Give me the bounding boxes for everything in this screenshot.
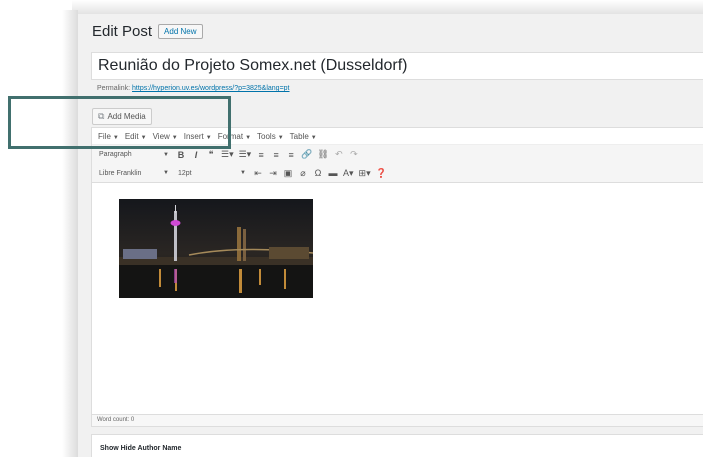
format-select[interactable]: Paragraph ▼ (97, 151, 171, 158)
chevron-down-icon: ▼ (140, 134, 147, 141)
window-shadow-top (72, 0, 703, 14)
add-media-button[interactable]: ⧉ Add Media (92, 108, 152, 125)
edit-post-page: Edit Post Add New Reunião do Projeto Som… (78, 14, 703, 457)
menu-view[interactable]: View ▼ (153, 132, 178, 141)
format-select-value: Paragraph (99, 151, 132, 158)
align-left-icon[interactable]: ≡ (256, 150, 266, 160)
menu-label: Format (217, 131, 244, 141)
page-header: Edit Post Add New (92, 23, 203, 40)
redo-icon[interactable]: ↷ (349, 149, 359, 160)
outdent-icon[interactable]: ⇤ (253, 168, 263, 179)
chevron-down-icon: ▼ (112, 134, 119, 141)
chevron-down-icon: ▼ (310, 134, 317, 141)
align-right-icon[interactable]: ≡ (286, 150, 296, 160)
special-char-icon[interactable]: Ω (313, 168, 323, 178)
editor-toolbar-primary: Paragraph ▼ B I ❝ ☰▾ ☰▾ ≡ ≡ ≡ 🔗 ⛓ ↶ ↷ (92, 145, 703, 164)
unlink-icon[interactable]: ⛓ (317, 149, 328, 160)
chevron-down-icon: ▼ (240, 170, 246, 176)
editor-content[interactable] (92, 185, 703, 418)
paste-text-icon[interactable]: ▣ (283, 168, 293, 179)
page-title: Edit Post (92, 23, 153, 40)
blockquote-icon[interactable]: ❝ (206, 149, 216, 160)
menu-label: View (152, 131, 170, 141)
editor-menubar: File ▼ Edit ▼ View ▼ Insert ▼ Format ▼ Tools ▼ Table… (92, 128, 703, 145)
inserted-image[interactable] (119, 199, 313, 298)
post-title-input[interactable]: Reunião do Projeto Somex.net (Dusseldorf… (91, 52, 703, 80)
link-icon[interactable]: 🔗 (301, 149, 312, 160)
menu-insert[interactable]: Insert ▼ (184, 132, 212, 141)
bold-icon[interactable]: B (176, 150, 186, 160)
numbered-list-icon[interactable]: ☰▾ (239, 149, 252, 160)
menu-table[interactable]: Table ▼ (290, 132, 317, 141)
metabox-title[interactable]: Show Hide Author Name (100, 445, 181, 452)
permalink-label: Permalink: (97, 85, 131, 92)
menu-label: Tools (257, 131, 276, 141)
menu-file[interactable]: File ▼ (98, 132, 119, 141)
dusseldorf-night-photo (119, 199, 313, 298)
italic-icon[interactable]: I (191, 150, 201, 160)
table-icon[interactable]: ⊞▾ (359, 168, 371, 179)
chevron-down-icon: ▼ (245, 134, 252, 141)
font-family-select[interactable]: Libre Franklin ▼ (97, 170, 171, 177)
text-color-icon[interactable]: A▾ (343, 168, 354, 179)
chevron-down-icon: ▼ (171, 134, 178, 141)
chevron-down-icon: ▼ (163, 151, 169, 158)
add-new-button[interactable]: Add New (158, 24, 203, 39)
menu-format[interactable]: Format ▼ (218, 132, 251, 141)
chevron-down-icon: ▼ (277, 134, 284, 141)
permalink-link[interactable]: https://hyperion.uv.es/wordpress/?p=3825… (132, 85, 289, 92)
window-shadow-left (62, 10, 78, 457)
font-family-value: Libre Franklin (99, 169, 142, 177)
undo-icon[interactable]: ↶ (334, 149, 344, 160)
font-size-value: 12pt (178, 169, 192, 177)
indent-icon[interactable]: ⇥ (268, 168, 278, 179)
bullet-list-icon[interactable]: ☰▾ (221, 149, 234, 160)
menu-label: File (98, 131, 111, 141)
word-count: Word count: 0 (92, 414, 703, 426)
author-name-metabox: Show Hide Author Name (91, 434, 703, 457)
menu-tools[interactable]: Tools ▼ (257, 132, 284, 141)
post-editor: File ▼ Edit ▼ View ▼ Insert ▼ Format ▼ Tools ▼ Table… (91, 127, 703, 427)
chevron-down-icon: ▼ (163, 170, 169, 176)
align-center-icon[interactable]: ≡ (271, 150, 281, 160)
chevron-down-icon: ▼ (205, 134, 212, 141)
help-icon[interactable]: ❓ (376, 168, 387, 179)
menu-label: Edit (124, 131, 139, 141)
add-media-label: Add Media (107, 112, 146, 121)
font-size-select[interactable]: 12pt ▼ (176, 170, 248, 177)
permalink: Permalink: https://hyperion.uv.es/wordpr… (97, 85, 290, 92)
horizontal-rule-icon[interactable]: ▬ (328, 168, 338, 178)
menu-label: Insert (183, 131, 204, 141)
clear-formatting-icon[interactable]: ⌀ (298, 168, 308, 179)
menu-label: Table (289, 131, 309, 141)
menu-edit[interactable]: Edit ▼ (125, 132, 147, 141)
media-icon: ⧉ (98, 111, 105, 121)
editor-toolbar-secondary: Libre Franklin ▼ 12pt ▼ ⇤ ⇥ ▣ ⌀ Ω ▬ A▾ ⊞▾ ❓ (92, 164, 703, 183)
